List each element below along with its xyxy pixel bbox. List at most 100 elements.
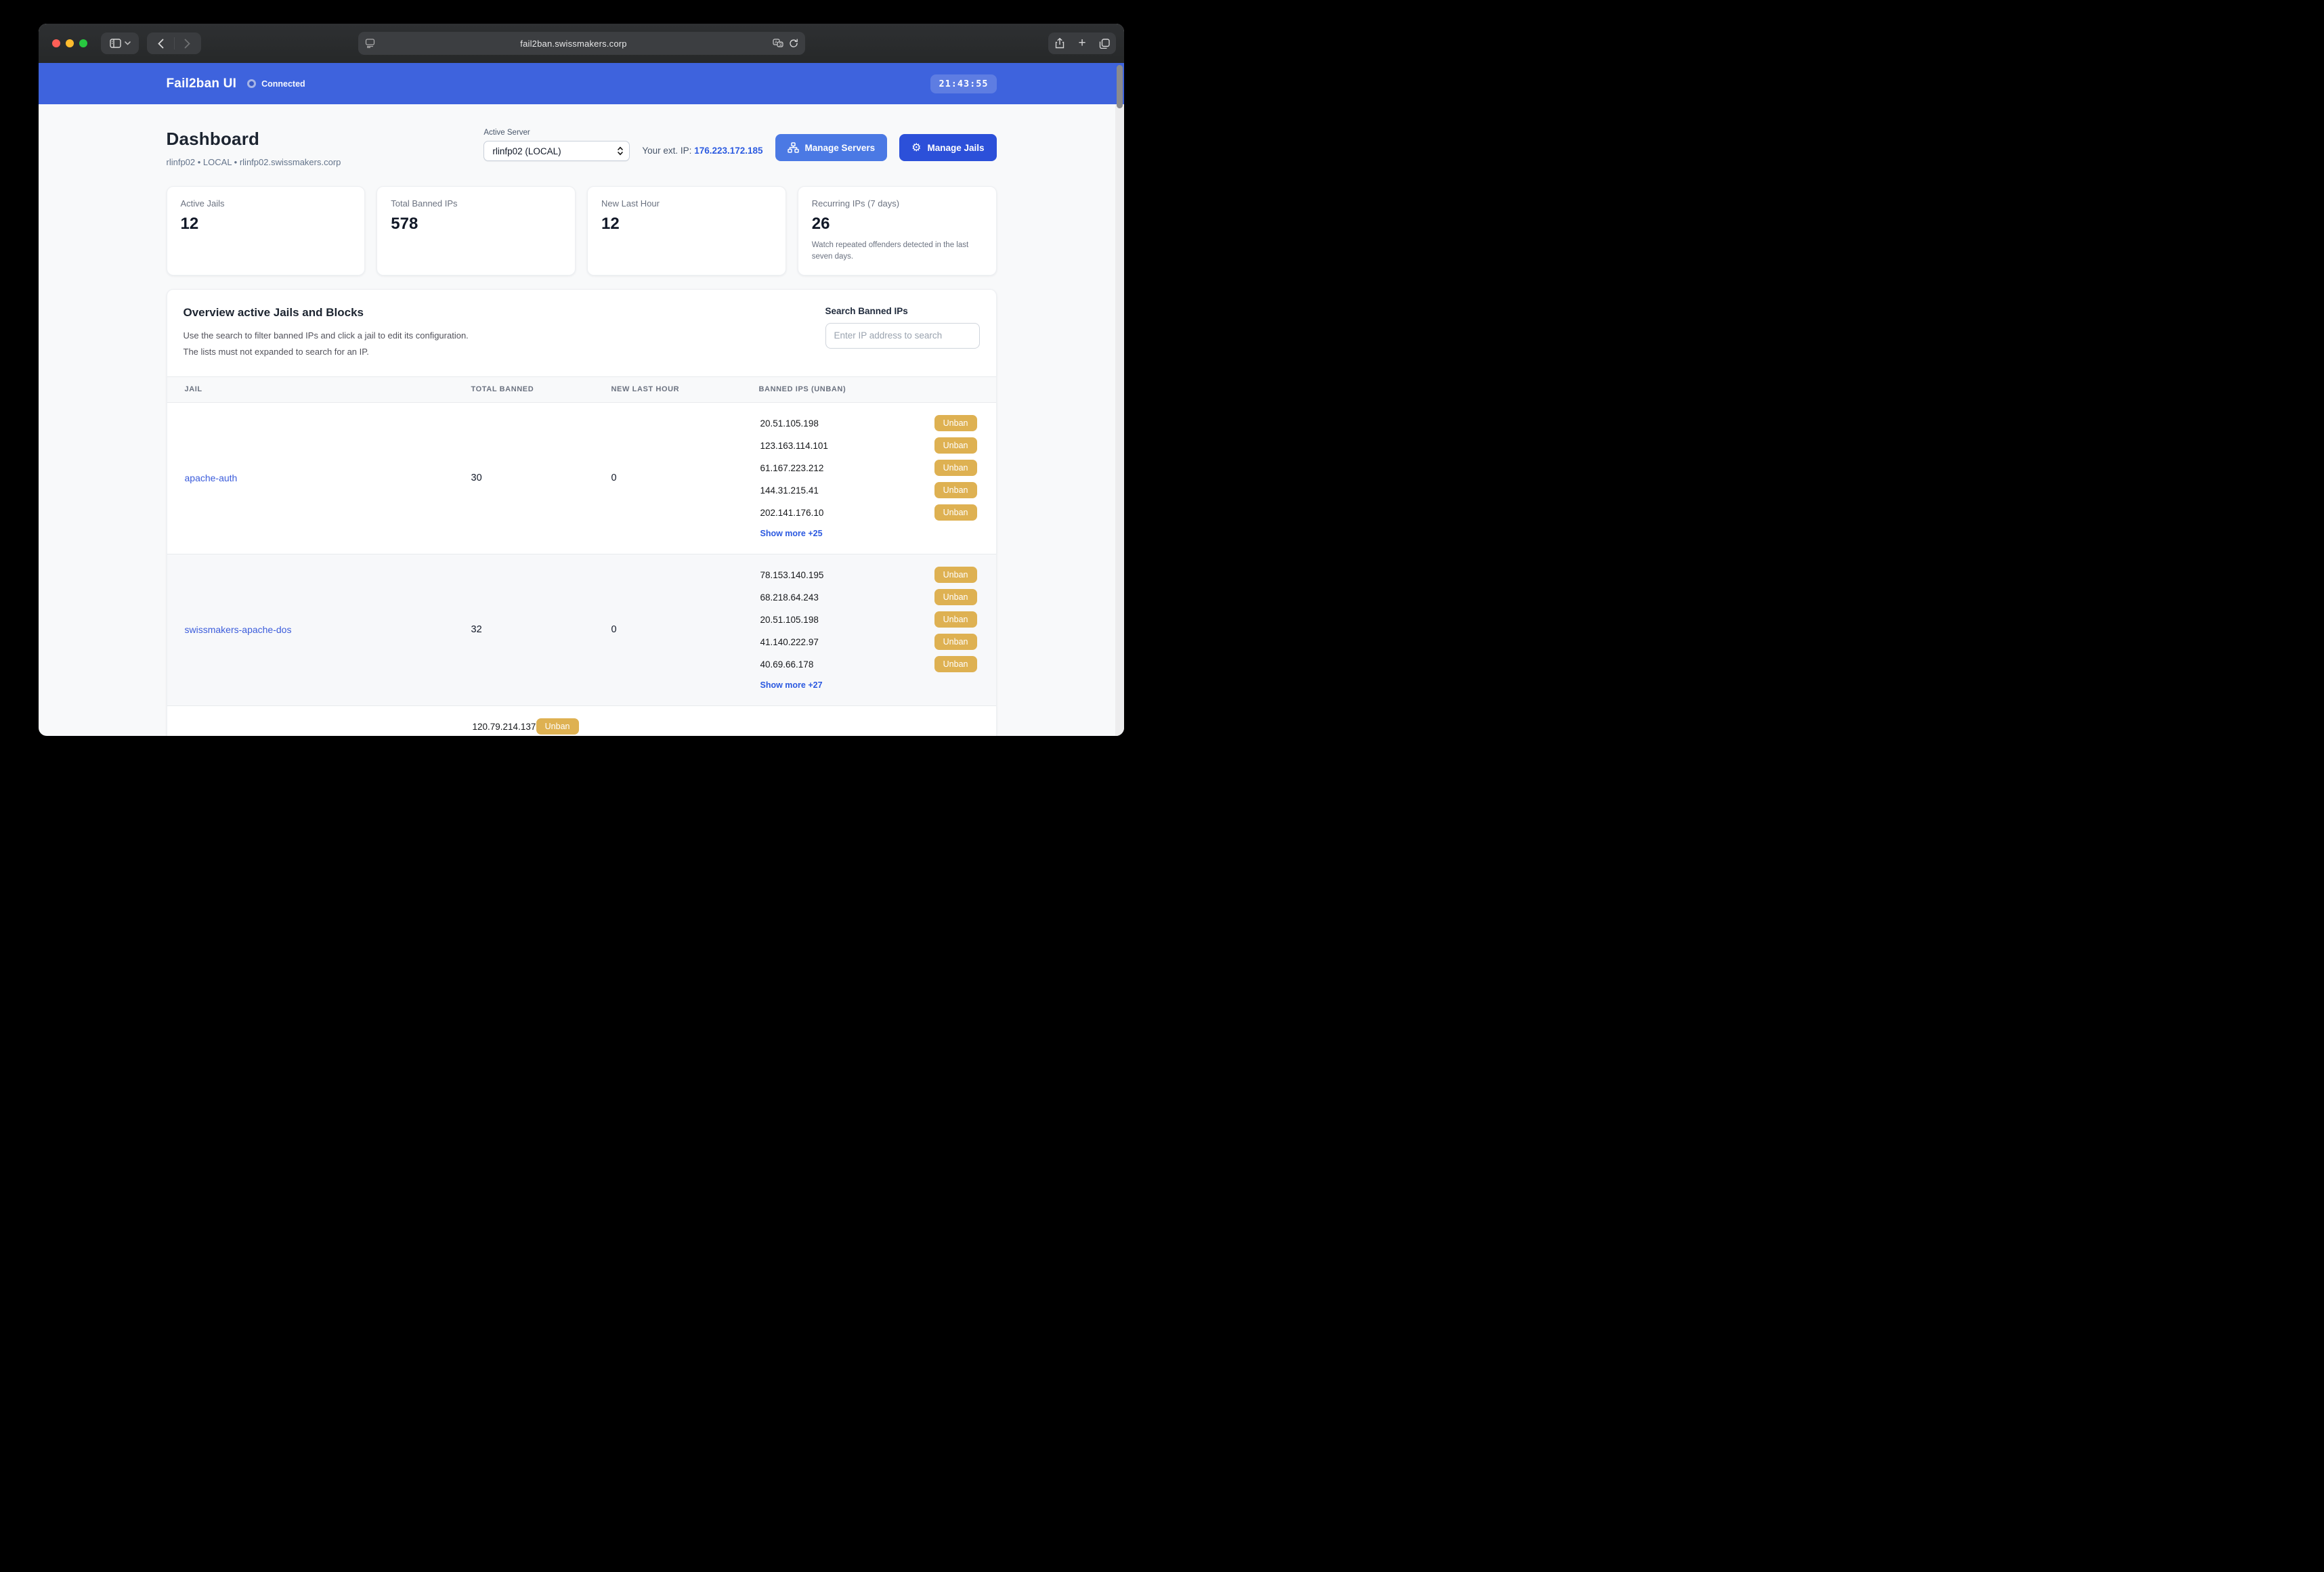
history-nav-group [147, 32, 201, 54]
stat-card-value: 12 [601, 215, 772, 234]
table-row: apache-auth 30 0 20.51.105.198 Unban 123… [167, 403, 996, 554]
banned-ip-address: 61.167.223.212 [760, 463, 824, 473]
search-ip-input[interactable] [825, 323, 980, 349]
stat-card: Active Jails 12 [167, 186, 366, 276]
page-format-icon[interactable] [365, 39, 375, 48]
stat-card: New Last Hour 12 [587, 186, 786, 276]
total-banned-value: 32 [458, 554, 598, 705]
unban-button[interactable]: Unban [934, 567, 977, 583]
stat-card-value: 26 [812, 215, 983, 234]
manage-servers-button[interactable]: Manage Servers [775, 134, 888, 161]
stat-card-description: Watch repeated offenders detected in the… [812, 240, 983, 263]
banned-ip-row: 120.79.214.137 Unban [473, 716, 579, 737]
banned-ip-row: 40.69.66.178 Unban [760, 653, 977, 676]
banned-ip-address: 144.31.215.41 [760, 485, 819, 496]
banned-ip-row: 20.51.105.198 Unban [760, 609, 977, 631]
show-more-link[interactable]: Show more +25 [760, 529, 823, 538]
show-more-link[interactable]: Show more +27 [760, 680, 823, 690]
sidebar-icon [110, 39, 121, 48]
external-ip: Your ext. IP: 176.223.172.185 [642, 146, 762, 156]
minimize-window-button[interactable] [66, 39, 74, 47]
banned-ip-row: 68.218.64.243 Unban [760, 586, 977, 609]
page-subtitle: rlinfp02 • LOCAL • rlinfp02.swissmakers.… [167, 157, 341, 167]
stat-card-label: Active Jails [181, 198, 351, 209]
clock-badge: 21:43:55 [930, 74, 996, 93]
share-icon[interactable] [1049, 38, 1071, 49]
stat-card-label: New Last Hour [601, 198, 772, 209]
tab-overview-icon[interactable] [1094, 39, 1116, 49]
unban-button[interactable]: Unban [536, 718, 579, 735]
table-header: Jail Total Banned New Last Hour Banned I… [167, 376, 996, 403]
stat-cards: Active Jails 12 Total Banned IPs 578 New… [167, 186, 997, 276]
gear-icon: ⚙ [911, 142, 921, 153]
unban-button[interactable]: Unban [934, 460, 977, 476]
address-bar[interactable]: fail2ban.swissmakers.corp A 文 [358, 32, 805, 55]
page-title: Dashboard [167, 129, 341, 150]
jails-table: Jail Total Banned New Last Hour Banned I… [167, 376, 996, 737]
window-controls [52, 39, 87, 47]
unban-button[interactable]: Unban [934, 415, 977, 431]
manage-jails-button[interactable]: ⚙ Manage Jails [899, 134, 996, 161]
zoom-window-button[interactable] [79, 39, 87, 47]
connected-indicator-icon [247, 79, 256, 88]
banned-ip-row: 20.51.105.198 Unban [760, 412, 977, 435]
chevron-down-icon [125, 41, 131, 45]
svg-text:文: 文 [779, 42, 783, 47]
stat-card: Total Banned IPs 578 [376, 186, 576, 276]
scrollbar-thumb[interactable] [1117, 65, 1123, 108]
scrollbar-track[interactable] [1115, 104, 1124, 736]
unban-button[interactable]: Unban [934, 437, 977, 454]
column-total-banned: Total Banned [458, 385, 598, 393]
stat-card-label: Total Banned IPs [391, 198, 561, 209]
overview-panel: Overview active Jails and Blocks Use the… [167, 289, 997, 737]
back-button[interactable] [148, 39, 174, 49]
panel-description-2: The lists must not expanded to search fo… [184, 347, 469, 357]
translate-icon[interactable]: A 文 [773, 39, 783, 48]
search-banned-ips-label: Search Banned IPs [825, 306, 980, 316]
banned-ip-address: 40.69.66.178 [760, 659, 814, 670]
unban-button[interactable]: Unban [934, 656, 977, 672]
url-text: fail2ban.swissmakers.corp [375, 39, 773, 49]
banned-ip-row: 61.167.223.212 Unban [760, 457, 977, 479]
app-brand: Fail2ban UI [167, 77, 237, 91]
banned-ip-address: 202.141.176.10 [760, 508, 824, 518]
banned-ip-address: 20.51.105.198 [760, 418, 819, 429]
select-chevrons-icon [617, 146, 624, 156]
active-server-select[interactable]: rlinfp02 (LOCAL) [483, 141, 630, 161]
jail-link[interactable]: apache-auth [185, 473, 238, 483]
banned-ip-address: 123.163.114.101 [760, 441, 828, 451]
unban-button[interactable]: Unban [934, 482, 977, 498]
banned-ip-address: 78.153.140.195 [760, 570, 824, 580]
close-window-button[interactable] [52, 39, 60, 47]
new-last-hour-value: 0 [598, 554, 746, 705]
sitemap-icon [788, 142, 799, 153]
panel-description-1: Use the search to filter banned IPs and … [184, 330, 469, 341]
total-banned-value: 30 [458, 403, 598, 554]
unban-button[interactable]: Unban [934, 504, 977, 521]
external-ip-value: 176.223.172.185 [694, 146, 762, 156]
unban-button[interactable]: Unban [934, 634, 977, 650]
unban-button[interactable]: Unban [934, 589, 977, 605]
table-row: swissmakers-apache-dos 32 0 78.153.140.1… [167, 554, 996, 706]
new-tab-icon[interactable]: + [1071, 38, 1094, 49]
banned-ip-address: 120.79.214.137 [473, 722, 536, 732]
banned-ip-row: 41.140.222.97 Unban [760, 631, 977, 653]
stat-card-value: 578 [391, 215, 561, 234]
toolbar-actions-group: + [1048, 32, 1116, 54]
column-banned-ips: Banned IPs (Unban) [746, 385, 996, 393]
reload-icon[interactable] [789, 39, 798, 48]
page-content: Dashboard rlinfp02 • LOCAL • rlinfp02.sw… [39, 104, 1124, 736]
stat-card-label: Recurring IPs (7 days) [812, 198, 983, 209]
banned-ip-row: 78.153.140.195 Unban [760, 564, 977, 586]
active-server-value: rlinfp02 (LOCAL) [492, 146, 561, 156]
forward-button[interactable] [175, 39, 200, 49]
connection-status-label: Connected [261, 79, 305, 89]
banned-ip-row: 123.163.114.101 Unban [760, 435, 977, 457]
table-row: 120.79.214.137 Unban 217.217.252.123 Unb… [167, 706, 996, 737]
jail-link[interactable]: swissmakers-apache-dos [185, 624, 292, 635]
app-navbar: Fail2ban UI Connected 21:43:55 [39, 63, 1124, 104]
active-server-label: Active Server [483, 129, 630, 137]
sidebar-toggle-button[interactable] [101, 32, 139, 54]
unban-button[interactable]: Unban [934, 611, 977, 628]
banned-ip-address: 68.218.64.243 [760, 592, 819, 603]
